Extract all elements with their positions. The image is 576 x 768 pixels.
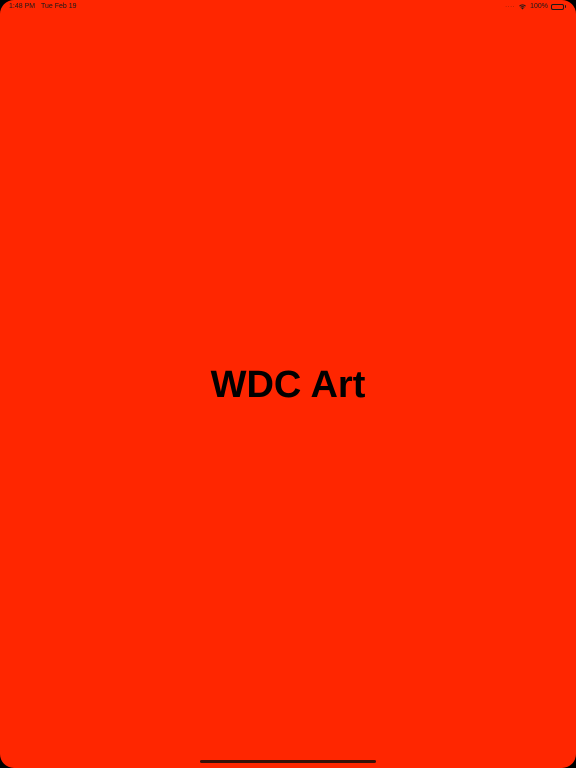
- cellular-dots-icon: ····: [505, 3, 516, 10]
- status-bar: 1:48 PM Tue Feb 19 ···· 100%: [0, 0, 576, 14]
- status-indicators: ···· 100%: [505, 2, 566, 11]
- home-indicator[interactable]: [200, 760, 376, 763]
- wifi-icon: [519, 4, 526, 10]
- status-time: 1:48 PM: [9, 3, 36, 10]
- status-date: Tue Feb 19: [41, 3, 77, 10]
- app-screen: 1:48 PM Tue Feb 19 ···· 100% WDC Art: [0, 0, 576, 768]
- battery-percent: 100%: [530, 3, 548, 10]
- battery-icon: [551, 3, 566, 10]
- app-title: WDC Art: [210, 364, 366, 406]
